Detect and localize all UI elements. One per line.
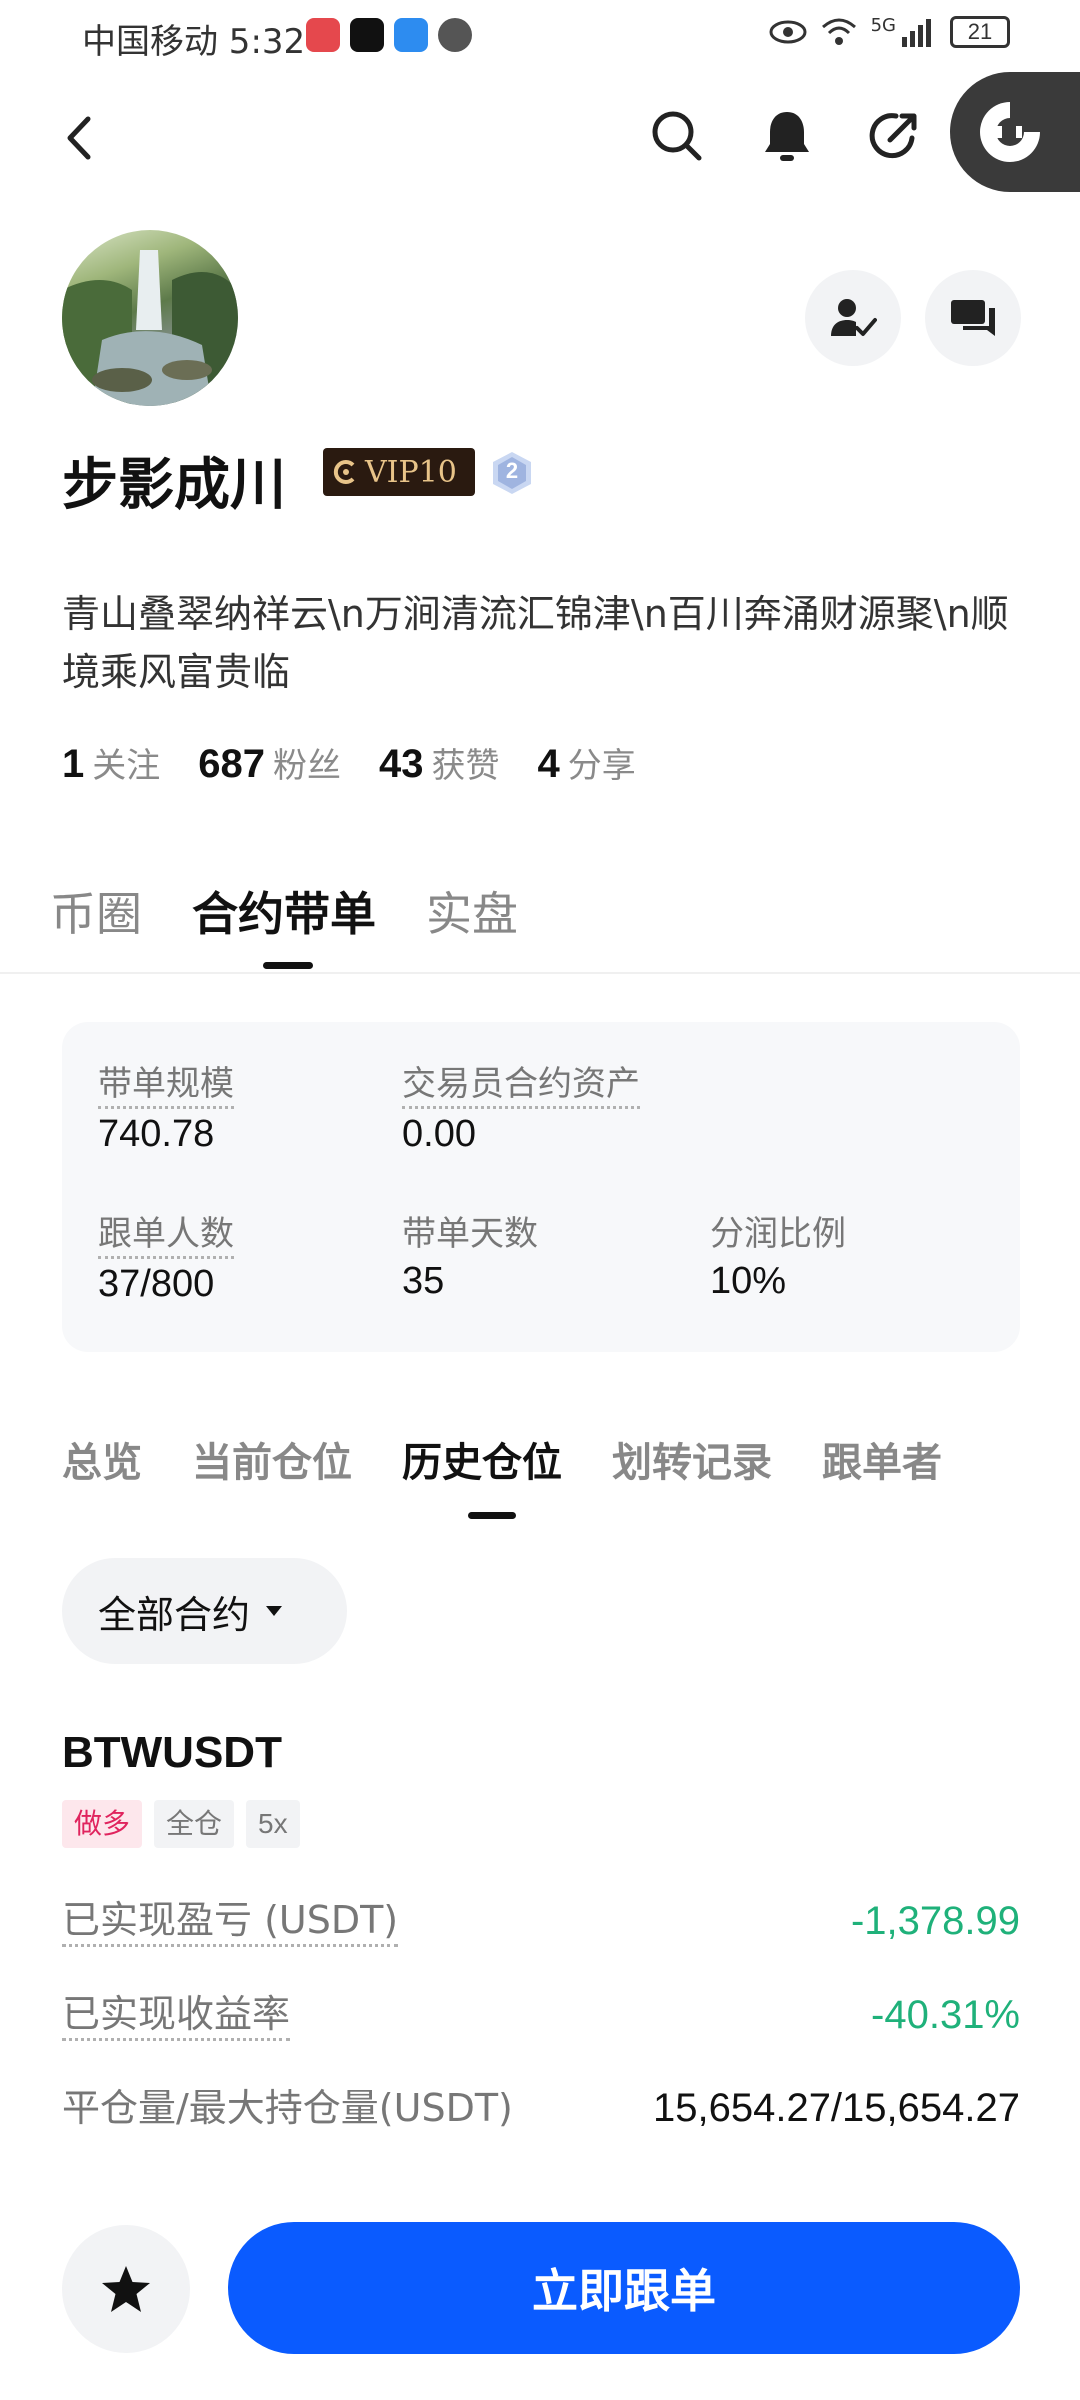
avatar[interactable]	[62, 230, 238, 406]
tab-overview[interactable]: 总览	[62, 1430, 142, 1488]
chevron-left-icon	[67, 116, 91, 160]
stat-value: 687	[198, 742, 265, 786]
stat-value: 4	[537, 742, 560, 786]
filter-label: 全部合约	[98, 1592, 251, 1637]
stat-label: 关注	[92, 746, 161, 786]
tab-history-positions[interactable]: 历史仓位	[402, 1430, 562, 1488]
position-symbol[interactable]: BTWUSDT	[62, 1728, 282, 1778]
stat-scale: 带单规模 740.78	[98, 1062, 234, 1156]
level-badge: 2	[490, 450, 534, 496]
status-bar: 中国移动 5:32 5G 21	[0, 0, 1080, 72]
stat-label: 粉丝	[273, 746, 341, 786]
eye-icon	[769, 20, 807, 44]
stat-likes: 43 获赞	[379, 738, 500, 787]
stat-label: 获赞	[431, 746, 500, 786]
stat-shares: 4 分享	[538, 738, 636, 787]
position-tags: 做多 全仓 5x	[62, 1800, 300, 1848]
profile-bio: 青山叠翠纳祥云\n万涧清流汇锦津\n百川奔涌财源聚\n顺境乘风富贵临	[62, 592, 1009, 694]
floating-assistant-button[interactable]	[950, 72, 1080, 192]
search-icon	[652, 111, 702, 161]
stat-label[interactable]: 跟单人数	[98, 1212, 234, 1259]
star-icon	[102, 2266, 150, 2312]
tab-transfer-records[interactable]: 划转记录	[612, 1430, 772, 1488]
stat-trader-assets: 交易员合约资产 0.00	[402, 1062, 640, 1156]
realized-roi-value: -40.31%	[871, 1993, 1020, 2037]
tiktok-icon	[350, 18, 384, 52]
tag-leverage: 5x	[246, 1800, 300, 1848]
favorite-button[interactable]	[62, 2225, 190, 2353]
realized-pnl-label[interactable]: 已实现盈亏 (USDT)	[62, 1896, 399, 1947]
volume-value: 15,654.27/15,654.27	[652, 2085, 1020, 2130]
vip-icon	[333, 460, 355, 484]
tag-long: 做多	[62, 1800, 143, 1848]
back-button[interactable]	[50, 108, 110, 168]
tab-crypto-circle[interactable]: 币圈	[50, 878, 142, 944]
active-subtab-indicator	[468, 1512, 516, 1519]
vip-badge: VIP10	[323, 448, 475, 496]
stat-label: 分享	[567, 746, 636, 786]
assistant-icon	[980, 102, 1040, 162]
stat-profit-share: 分润比例 10%	[710, 1212, 846, 1303]
battery-indicator: 21	[950, 16, 1010, 48]
stat-label: 分润比例	[710, 1214, 846, 1254]
carrier-time: 中国移动 5:32	[82, 22, 306, 62]
share-button[interactable]	[862, 104, 926, 168]
realized-roi-label[interactable]: 已实现收益率	[62, 1990, 291, 2041]
top-toolbar	[0, 90, 1080, 190]
stat-followers: 跟单人数 37/800	[98, 1212, 234, 1306]
stat-value: 35	[402, 1260, 445, 1302]
signal-icon	[902, 19, 931, 47]
tag-margin-mode: 全仓	[154, 1800, 235, 1848]
user-check-icon	[831, 299, 877, 336]
message-icon	[438, 18, 472, 52]
message-button[interactable]	[925, 270, 1021, 366]
divider	[0, 972, 1080, 974]
weather-icon	[394, 18, 428, 52]
stat-days: 带单天数 35	[402, 1212, 538, 1303]
search-button[interactable]	[645, 104, 709, 168]
volume-row: 平仓量/最大持仓量(USDT) 15,654.27/15,654.27	[62, 2084, 1020, 2132]
stat-following[interactable]: 1 关注	[62, 738, 160, 787]
bell-icon	[765, 112, 809, 161]
tab-followers[interactable]: 跟单者	[822, 1430, 942, 1488]
stat-label[interactable]: 交易员合约资产	[402, 1062, 640, 1109]
stat-label: 带单天数	[402, 1214, 538, 1254]
share-icon	[869, 113, 917, 159]
wifi-icon	[821, 18, 856, 45]
stat-value: 37/800	[98, 1263, 215, 1305]
app-icon	[306, 18, 340, 52]
notification-icons	[306, 18, 472, 52]
realized-pnl-value: -1,378.99	[850, 1899, 1020, 1943]
contract-filter-dropdown[interactable]: 全部合约	[62, 1558, 347, 1664]
stat-value: 43	[379, 742, 424, 786]
realized-roi-row: 已实现收益率 -40.31%	[62, 1990, 1020, 2041]
stat-value: 1	[62, 742, 85, 786]
level-number: 2	[505, 458, 519, 483]
chat-icon	[951, 300, 995, 336]
waterfall-image	[62, 250, 238, 406]
copy-trade-button[interactable]: 立即跟单	[228, 2222, 1020, 2354]
profile-stats: 1 关注 687 粉丝 43 获赞 4 分享	[62, 738, 636, 787]
caret-down-icon	[266, 1606, 283, 1616]
volume-label: 平仓量/最大持仓量(USDT)	[62, 2086, 513, 2130]
tab-current-positions[interactable]: 当前仓位	[192, 1430, 352, 1488]
profile-name: 步影成川	[62, 453, 286, 518]
position-tabs: 总览 当前仓位 历史仓位 划转记录 跟单者	[62, 1430, 942, 1488]
realized-pnl-row: 已实现盈亏 (USDT) -1,378.99	[62, 1896, 1020, 1947]
network-type: 5G	[870, 14, 896, 36]
tab-copy-trading[interactable]: 合约带单	[192, 878, 376, 944]
main-tabs: 币圈 合约带单 实盘	[50, 878, 518, 944]
vip-label: VIP10	[365, 454, 457, 490]
stat-label[interactable]: 带单规模	[98, 1062, 234, 1109]
follow-user-button[interactable]	[805, 270, 901, 366]
notifications-button[interactable]	[755, 104, 819, 168]
tab-live-trading[interactable]: 实盘	[426, 878, 518, 944]
trading-stats-card: 带单规模 740.78 交易员合约资产 0.00 跟单人数 37/800 带单天…	[62, 1022, 1020, 1352]
active-tab-indicator	[263, 962, 313, 969]
stat-value: 740.78	[98, 1113, 215, 1155]
stat-value: 10%	[710, 1260, 787, 1302]
status-right: 5G 21	[769, 14, 1010, 48]
stat-fans[interactable]: 687 粉丝	[198, 738, 341, 787]
stat-value: 0.00	[402, 1113, 476, 1155]
